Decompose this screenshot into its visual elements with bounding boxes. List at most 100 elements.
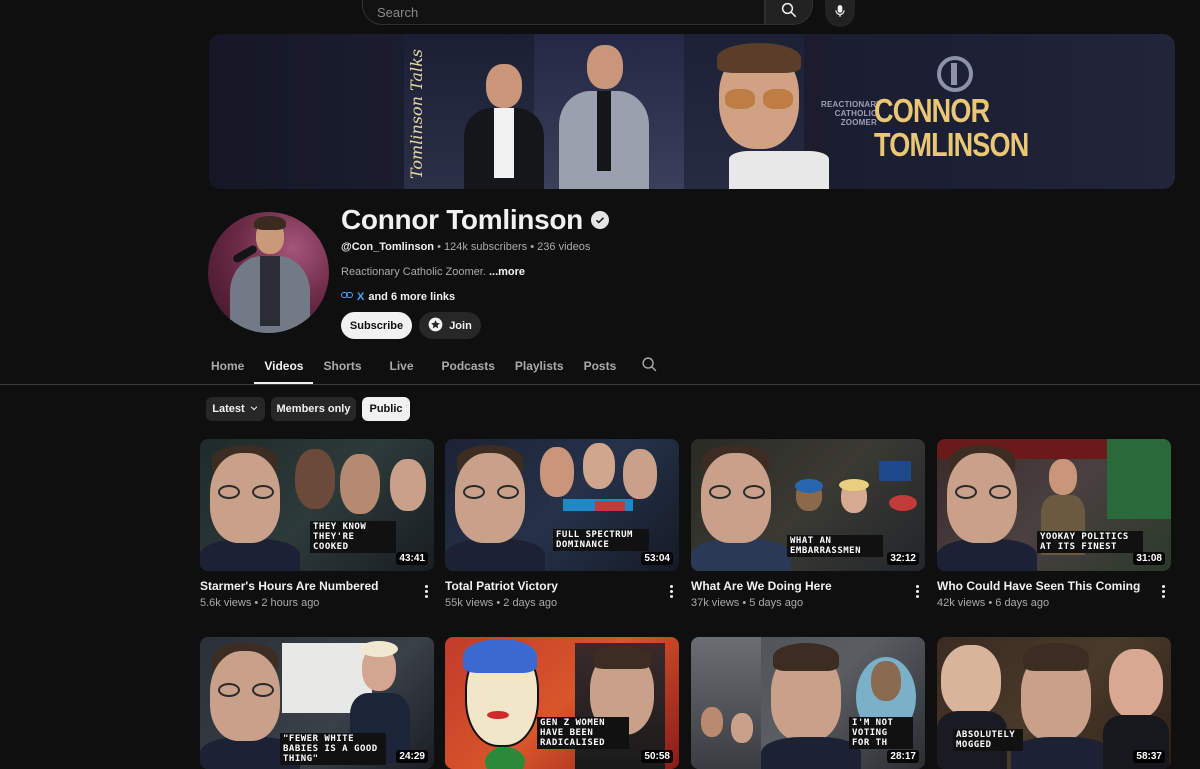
video-thumbnail[interactable]: YOOKAY POLITICS AT ITS FINEST 31:08: [937, 439, 1171, 571]
video-views: 42k views: [937, 597, 986, 609]
banner-script-text: Tomlinson Talks: [407, 49, 426, 179]
thumbnail-caption: "FEWER WHITE BABIES IS A GOOD THING": [280, 733, 386, 765]
tab-home[interactable]: Home: [201, 350, 254, 384]
video-duration: 43:41: [396, 552, 428, 565]
search-input[interactable]: [375, 3, 764, 21]
video-duration: 32:12: [887, 552, 919, 565]
video-age: 2 hours ago: [261, 597, 320, 609]
video-thumbnail[interactable]: I'M NOT VOTING FOR TH 28:17: [691, 637, 925, 769]
video-thumbnail[interactable]: GEN Z WOMEN HAVE BEEN RADICALISED 50:58: [445, 637, 679, 769]
channel-description[interactable]: Reactionary Catholic Zoomer. ...more: [341, 266, 525, 278]
search-bar: [362, 0, 813, 27]
video-title[interactable]: What Are We Doing Here: [691, 579, 925, 593]
thumbnail-caption: ABSOLUTELY MOGGED: [953, 729, 1023, 751]
video-title[interactable]: Starmer's Hours Are Numbered: [200, 579, 434, 593]
thumbnail-caption: I'M NOT VOTING FOR TH: [849, 717, 913, 749]
video-thumbnail[interactable]: THEY KNOW THEY'RE COOKED 43:41: [200, 439, 434, 571]
video-views: 5.6k views: [200, 597, 252, 609]
channel-avatar[interactable]: [208, 212, 329, 333]
channel-name: Connor Tomlinson: [341, 204, 583, 235]
video-title[interactable]: Who Could Have Seen This Coming: [937, 579, 1171, 593]
video-card[interactable]: "FEWER WHITE BABIES IS A GOOD THING" 24:…: [200, 637, 434, 769]
video-thumbnail[interactable]: FULL SPECTRUM DOMINANCE 53:04: [445, 439, 679, 571]
video-age: 5 days ago: [749, 597, 804, 609]
search-icon: [641, 356, 658, 378]
link-more[interactable]: and 6 more links: [368, 291, 455, 303]
video-card[interactable]: WHAT AN EMBARRASSMEN 32:12 What Are We D…: [691, 439, 925, 609]
verified-icon: [590, 211, 609, 229]
search-icon: [780, 1, 798, 24]
banner-name-line1: CONNOR: [874, 92, 990, 129]
subscribe-button[interactable]: Subscribe: [341, 312, 412, 339]
search-field[interactable]: [362, 0, 765, 25]
join-button[interactable]: Join: [419, 312, 481, 339]
banner-logo-icon: [937, 56, 973, 92]
chip-latest-label: Latest: [212, 403, 245, 415]
video-card[interactable]: THEY KNOW THEY'RE COOKED 43:41 Starmer's…: [200, 439, 434, 609]
video-duration: 31:08: [1133, 552, 1165, 565]
search-button[interactable]: [765, 0, 813, 25]
video-duration: 53:04: [641, 552, 673, 565]
description-more-link[interactable]: ...more: [489, 266, 525, 278]
channel-links[interactable]: X and 6 more links: [341, 290, 455, 303]
banner-name: CONNOR TOMLINSON: [874, 92, 1029, 163]
video-views: 55k views: [445, 597, 494, 609]
more-options-icon[interactable]: [665, 581, 677, 601]
sort-latest-chip[interactable]: Latest: [206, 397, 265, 421]
tab-playlists[interactable]: Playlists: [505, 350, 574, 384]
thumbnail-caption: GEN Z WOMEN HAVE BEEN RADICALISED: [537, 717, 629, 749]
thumbnail-caption: WHAT AN EMBARRASSMEN: [787, 535, 883, 557]
members-only-chip[interactable]: Members only: [271, 397, 356, 421]
video-meta: 55k views • 2 days ago: [445, 597, 558, 609]
banner-figure-1: [464, 64, 544, 189]
chevron-down-icon: [249, 403, 259, 416]
video-meta: 37k views • 5 days ago: [691, 597, 804, 609]
video-card[interactable]: GEN Z WOMEN HAVE BEEN RADICALISED 50:58: [445, 637, 679, 769]
more-options-icon[interactable]: [1157, 581, 1169, 601]
banner-name-line2: TOMLINSON: [874, 126, 1029, 163]
video-thumbnail[interactable]: WHAT AN EMBARRASSMEN 32:12: [691, 439, 925, 571]
tab-videos[interactable]: Videos: [254, 350, 314, 384]
video-meta: 42k views • 6 days ago: [937, 597, 1050, 609]
video-card[interactable]: FULL SPECTRUM DOMINANCE 53:04 Total Patr…: [445, 439, 679, 609]
more-options-icon[interactable]: [420, 581, 432, 601]
channel-tabs: Home Videos Shorts Live Podcasts Playlis…: [201, 350, 666, 384]
link-x[interactable]: X: [357, 291, 364, 303]
video-card[interactable]: I'M NOT VOTING FOR TH 28:17: [691, 637, 925, 769]
star-badge-icon: [428, 317, 443, 335]
tab-search-button[interactable]: [632, 350, 666, 384]
video-card[interactable]: ABSOLUTELY MOGGED 58:37: [937, 637, 1171, 769]
tab-posts[interactable]: Posts: [574, 350, 627, 384]
video-count: 236 videos: [537, 241, 591, 253]
channel-meta: @Con_Tomlinson • 124k subscribers • 236 …: [341, 241, 591, 253]
channel-banner: Tomlinson Talks REACTIONARY CATHOLIC ZOO…: [209, 34, 1175, 189]
video-thumbnail[interactable]: ABSOLUTELY MOGGED 58:37: [937, 637, 1171, 769]
video-meta: 5.6k views • 2 hours ago: [200, 597, 320, 609]
microphone-icon: [833, 3, 847, 24]
join-label: Join: [449, 319, 472, 332]
video-age: 6 days ago: [995, 597, 1050, 609]
video-thumbnail[interactable]: "FEWER WHITE BABIES IS A GOOD THING" 24:…: [200, 637, 434, 769]
tab-shorts[interactable]: Shorts: [313, 350, 371, 384]
voice-search-button[interactable]: [825, 0, 855, 27]
banner-tagline: REACTIONARY CATHOLIC ZOOMER: [821, 100, 882, 127]
link-icon: [341, 290, 353, 303]
thumbnail-caption: YOOKAY POLITICS AT ITS FINEST: [1037, 531, 1143, 553]
subscriber-count: 124k subscribers: [444, 241, 528, 253]
video-views: 37k views: [691, 597, 740, 609]
banner-figure-2: [559, 39, 649, 189]
video-age: 2 days ago: [503, 597, 558, 609]
video-card[interactable]: YOOKAY POLITICS AT ITS FINEST 31:08 Who …: [937, 439, 1171, 609]
channel-title: Connor Tomlinson: [341, 204, 609, 236]
tab-podcasts[interactable]: Podcasts: [432, 350, 505, 384]
tab-live[interactable]: Live: [372, 350, 432, 384]
video-title[interactable]: Total Patriot Victory: [445, 579, 679, 593]
thumbnail-caption: THEY KNOW THEY'RE COOKED: [310, 521, 396, 553]
tabs-divider: [0, 384, 1200, 385]
thumbnail-caption: FULL SPECTRUM DOMINANCE: [553, 529, 649, 551]
channel-handle: @Con_Tomlinson: [341, 241, 435, 253]
description-text: Reactionary Catholic Zoomer.: [341, 266, 486, 278]
more-options-icon[interactable]: [911, 581, 923, 601]
banner-figure-3: [689, 39, 829, 189]
public-chip[interactable]: Public: [362, 397, 410, 421]
